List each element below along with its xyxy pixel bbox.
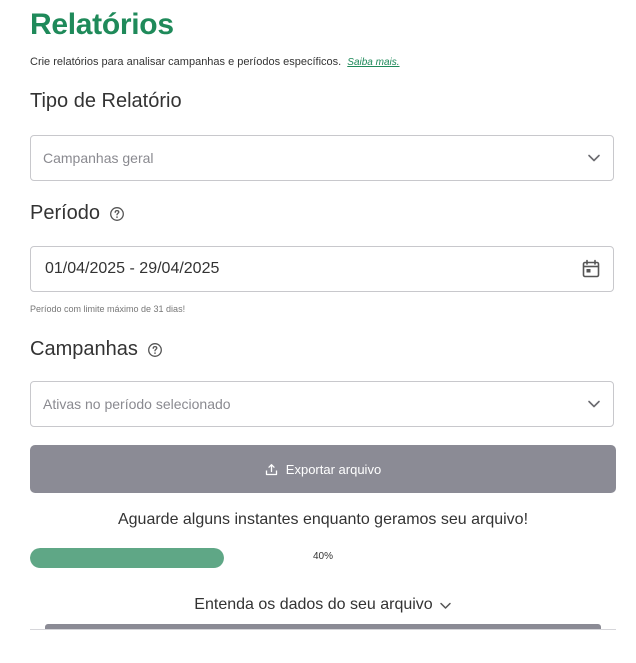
period-label: Período [30, 202, 125, 225]
chevron-down-icon [588, 154, 600, 162]
report-type-select[interactable]: Campanhas geral [30, 135, 614, 181]
learn-more-link[interactable]: Saiba mais. [347, 57, 399, 68]
chevron-down-icon [439, 602, 451, 609]
understand-data-label: Entenda os dados do seu arquivo [194, 596, 433, 613]
period-date-range-input[interactable]: 01/04/2025 - 29/04/2025 [30, 246, 614, 292]
page-title: Relatórios [30, 8, 174, 41]
divider [30, 629, 616, 630]
help-icon[interactable] [147, 342, 163, 358]
collapsed-panel-edge [45, 624, 601, 629]
progress-bar-fill [30, 548, 224, 568]
page-subtitle: Crie relatórios para analisar campanhas … [30, 56, 400, 68]
campaigns-placeholder: Ativas no período selecionado [43, 396, 231, 412]
report-type-placeholder: Campanhas geral [43, 150, 154, 166]
export-file-button[interactable]: Exportar arquivo [30, 445, 616, 493]
period-label-text: Período [30, 202, 101, 224]
progress-bar [30, 548, 224, 568]
calendar-icon[interactable] [581, 259, 601, 279]
export-file-label: Exportar arquivo [285, 461, 382, 477]
upload-icon [265, 463, 277, 475]
period-hint: Período com limite máximo de 31 dias! [30, 304, 186, 314]
subtitle-text: Crie relatórios para analisar campanhas … [30, 56, 342, 68]
period-date-range-value: 01/04/2025 - 29/04/2025 [45, 260, 220, 277]
understand-data-toggle[interactable]: Entenda os dados do seu arquivo [30, 596, 616, 614]
campaigns-label-text: Campanhas [30, 338, 138, 360]
wait-message: Aguarde alguns instantes enquanto geramo… [117, 511, 529, 528]
campaigns-label: Campanhas [30, 338, 163, 361]
report-type-label: Tipo de Relatório [30, 90, 182, 113]
campaigns-select[interactable]: Ativas no período selecionado [30, 381, 614, 427]
report-type-label-text: Tipo de Relatório [30, 90, 182, 112]
chevron-down-icon [588, 400, 600, 408]
help-icon[interactable] [109, 206, 125, 222]
progress-percent: 40% [313, 551, 334, 562]
